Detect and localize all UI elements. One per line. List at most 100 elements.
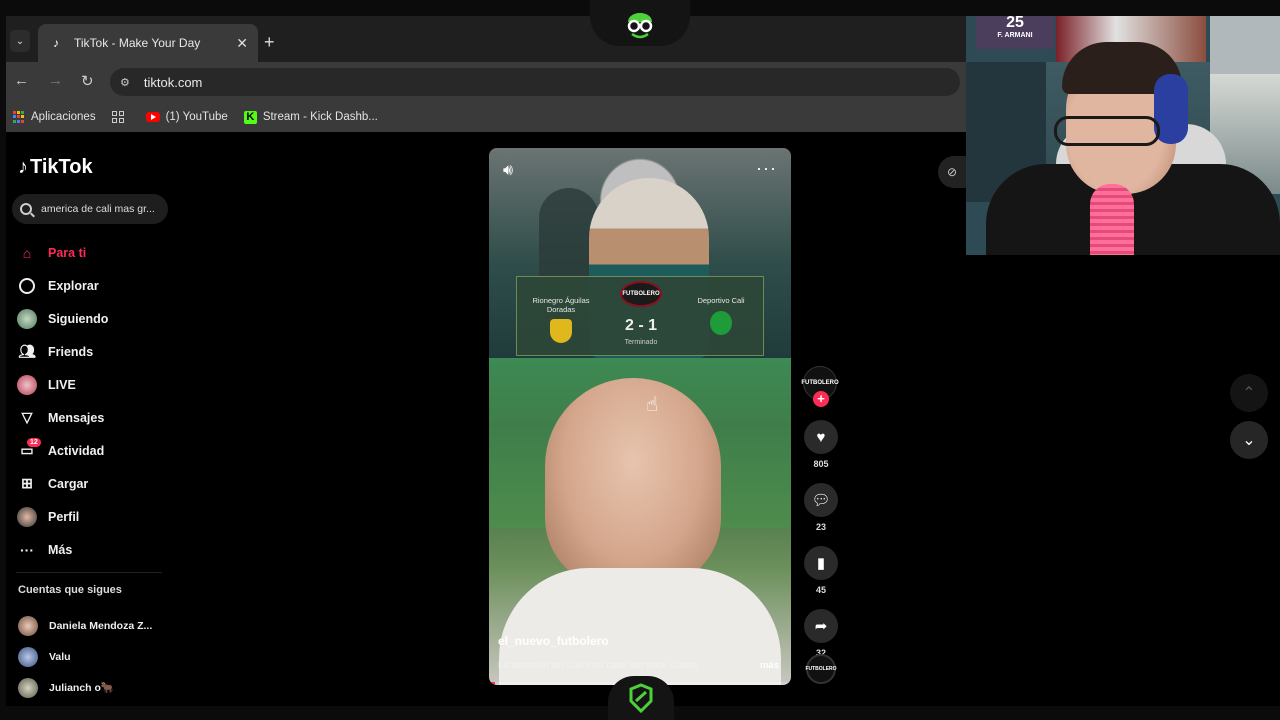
search-value: america de cali mas gr... [41,203,155,215]
sidebar-nav: ⌂ Para ti Explorar Siguiendo 👥︎ Friends … [16,236,176,566]
bookmark-label: Aplicaciones [31,111,96,123]
avatar [18,615,38,636]
youtube-icon [145,112,160,122]
inbox-icon: ▭ 12 [16,437,41,462]
sidebar-item-live[interactable]: LIVE [16,368,176,401]
sidebar-item-label: Para ti [48,245,87,260]
glasses-icon [1054,116,1160,146]
search-input[interactable]: america de cali mas gr... [12,194,168,224]
tab-groups-icon [111,111,124,123]
friends-icon: 👥︎ [18,343,36,359]
video-player[interactable]: 🔊︎ ··· Rionegro Águilas Doradas FUTBOLER… [489,148,791,685]
webcam-crest-poster [1210,14,1280,74]
save-count: 45 [815,585,826,595]
comment-action: 💬︎ 23 [803,483,839,532]
upload-icon: ⊞ [21,475,33,491]
webcam-overlay: 25 F. ARMANI [966,14,1280,255]
poster-name: F. ARMANI [997,32,1033,39]
heart-icon[interactable]: ♥ [804,420,838,454]
comment-icon[interactable]: 💬︎ [804,483,838,517]
previous-video-button[interactable]: ⌃ [1230,374,1268,412]
more-dots-icon: ··· [20,541,34,558]
video-progress-fill [489,682,496,685]
reload-icon[interactable]: ↻ [81,72,94,90]
bookmark-label: Stream - Kick Dashb... [262,111,378,123]
tab-tiktok[interactable]: ♪ TikTok - Make Your Day ✕ [38,24,258,62]
video-presenter [545,378,721,588]
bookmark-tab-groups[interactable] [111,111,130,123]
home-team-name: Rionegro Águilas Doradas [532,296,590,314]
following-account[interactable]: Daniela Mendoza Z... [18,610,152,641]
bookmark-kick[interactable]: K Stream - Kick Dashb... [243,110,378,124]
stream-overlay: ⌄ ♪ TikTok - Make Your Day ✕ + ← → ↻ ⚙ t… [0,0,1280,720]
bookmarks-bar: Aplicaciones (1) YouTube K Stream - Kick… [6,102,966,132]
sidebar-item-mensajes[interactable]: ▽ Mensajes [16,401,176,434]
caption-more-link[interactable]: más [760,660,779,671]
sidebar-item-cargar[interactable]: ⊞ Cargar [16,467,176,500]
sidebar-item-actividad[interactable]: ▭ 12 Actividad [16,434,176,467]
following-account-name: Julianch o🐂 [49,682,114,694]
back-icon[interactable]: ← [14,72,29,89]
follow-plus-button[interactable]: + [813,391,829,407]
home-team: Rionegro Águilas Doradas [521,296,601,344]
action-rail: FUTBOLERO + ♥ 805 💬︎ 23 ▮ 45 ➦ 32 [801,366,839,658]
profile-avatar-icon [16,506,38,528]
sidebar-item-perfil[interactable]: Perfil [16,500,176,533]
tiktok-logo[interactable]: ♪ TikTok [18,156,93,179]
live-avatar-icon [16,374,38,396]
send-icon: ▽ [21,409,33,425]
like-action: ♥ 805 [803,420,839,469]
share-action: ➦ 32 [803,609,839,658]
webcam-jersey-poster: 25 F. ARMANI [976,14,1054,49]
following-account-name: Valu [49,650,71,663]
get-app-pill-icon[interactable]: ⊘ [938,156,966,188]
bookmark-youtube[interactable]: (1) YouTube [145,111,228,123]
save-action: ▮ 45 [803,546,839,595]
overlay-frame-left [0,0,6,720]
poster-number: 25 [1006,14,1024,31]
following-list: Daniela Mendoza Z... Valu Julianch o🐂 [18,610,152,703]
more-options-icon[interactable]: ··· [756,158,777,179]
avatar [18,677,38,698]
sidebar-item-siguiendo[interactable]: Siguiendo [16,302,176,335]
music-disc-icon[interactable]: FUTBOLERO [805,654,837,684]
browser-toolbar: ← → ↻ ⚙ tiktok.com [6,62,966,102]
sidebar-item-label: Actividad [48,443,105,458]
site-info-icon[interactable]: ⚙ [120,76,130,89]
compass-icon [16,275,38,297]
volume-icon[interactable]: 🔊︎ [503,162,513,180]
sidebar-item-friends[interactable]: 👥︎ Friends [16,335,176,368]
video-username[interactable]: el_nuevo_futbolero [498,634,609,648]
tiktok-note-icon: ♪ [18,156,28,178]
tab-close-icon[interactable]: ✕ [236,35,248,52]
next-video-button[interactable]: ⌄ [1230,421,1268,459]
away-team-name: Deportivo Cali [697,296,745,305]
tab-search-chevron-icon[interactable]: ⌄ [10,30,30,52]
search-icon [20,203,32,215]
following-account-name: Daniela Mendoza Z... [49,619,153,632]
sidebar-divider [16,572,162,573]
match-status: Terminado [624,339,658,346]
new-tab-button[interactable]: + [264,32,275,53]
tiktok-wordmark: TikTok [30,156,93,178]
following-account[interactable]: Valu [18,641,152,672]
match-score: 2 - 1 [624,317,657,334]
sidebar-item-para-ti[interactable]: ⌂ Para ti [16,236,176,269]
sidebar-item-explorar[interactable]: Explorar [16,269,176,302]
bookmark-apps[interactable]: Aplicaciones [12,110,96,124]
following-account[interactable]: Julianch o🐂 [18,672,152,703]
forward-icon[interactable]: → [48,72,63,89]
bookmark-icon[interactable]: ▮ [804,546,838,580]
address-bar[interactable]: ⚙ tiktok.com [110,68,960,96]
sidebar-item-label: Explorar [48,278,99,293]
like-count: 805 [813,459,829,469]
creator-brand: FUTBOLERO [801,380,839,386]
notification-badge: 12 [27,437,41,447]
share-icon[interactable]: ➦ [804,609,838,643]
creator-avatar[interactable]: FUTBOLERO + [801,366,839,407]
browser-tab-strip: ⌄ ♪ TikTok - Make Your Day ✕ + [6,16,966,62]
sidebar-item-label: Siguiendo [48,311,109,326]
sidebar-item-label: Cargar [48,476,89,491]
sidebar-item-mas[interactable]: ··· Más [16,533,176,566]
scoreboard: Rionegro Águilas Doradas FUTBOLERO 2 - 1… [516,276,764,356]
